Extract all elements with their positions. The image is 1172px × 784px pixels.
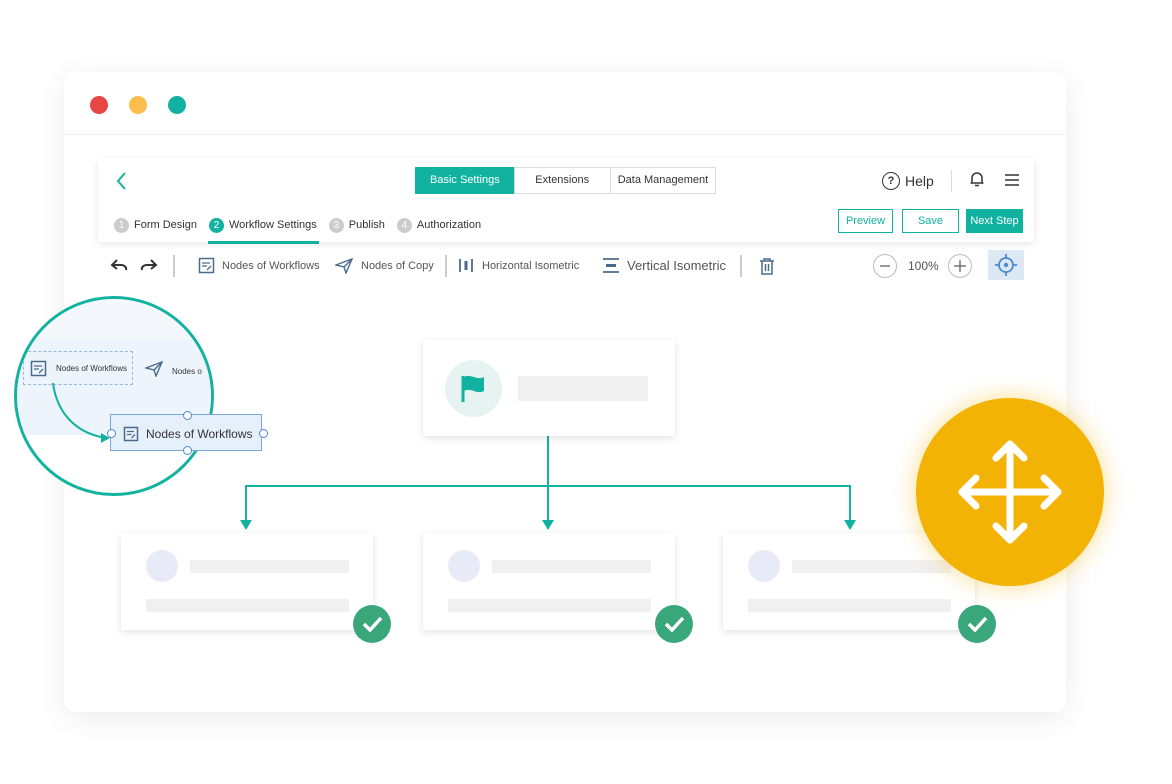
connect-handle-left[interactable] [107, 429, 116, 438]
workflow-node[interactable] [423, 533, 675, 630]
check-icon [958, 605, 996, 643]
connect-handle-top[interactable] [183, 411, 192, 420]
placeholder-bar [748, 599, 951, 612]
workflow-node-icon [123, 426, 139, 442]
node-avatar [146, 550, 178, 582]
zoom-callout: Nodes of Workflows Nodes o [14, 296, 214, 496]
flag-icon [461, 375, 484, 402]
placeholder-bar [518, 376, 648, 401]
dragged-node-label: Nodes of Workflows [146, 427, 253, 441]
placeholder-bar [146, 599, 349, 612]
workflow-node[interactable] [121, 533, 373, 630]
dragged-workflow-node[interactable]: Nodes of Workflows [107, 411, 268, 455]
placeholder-bar [190, 560, 349, 573]
move-handle[interactable] [916, 398, 1104, 586]
connect-handle-right[interactable] [259, 429, 268, 438]
node-avatar [448, 550, 480, 582]
connect-handle-bottom[interactable] [183, 446, 192, 455]
start-node-badge [445, 360, 502, 417]
placeholder-bar [448, 599, 651, 612]
placeholder-bar [492, 560, 651, 573]
start-node[interactable] [423, 340, 675, 436]
check-icon [655, 605, 693, 643]
check-icon [353, 605, 391, 643]
drag-arrow [52, 382, 110, 443]
node-avatar [748, 550, 780, 582]
move-arrows-icon [958, 440, 1062, 544]
